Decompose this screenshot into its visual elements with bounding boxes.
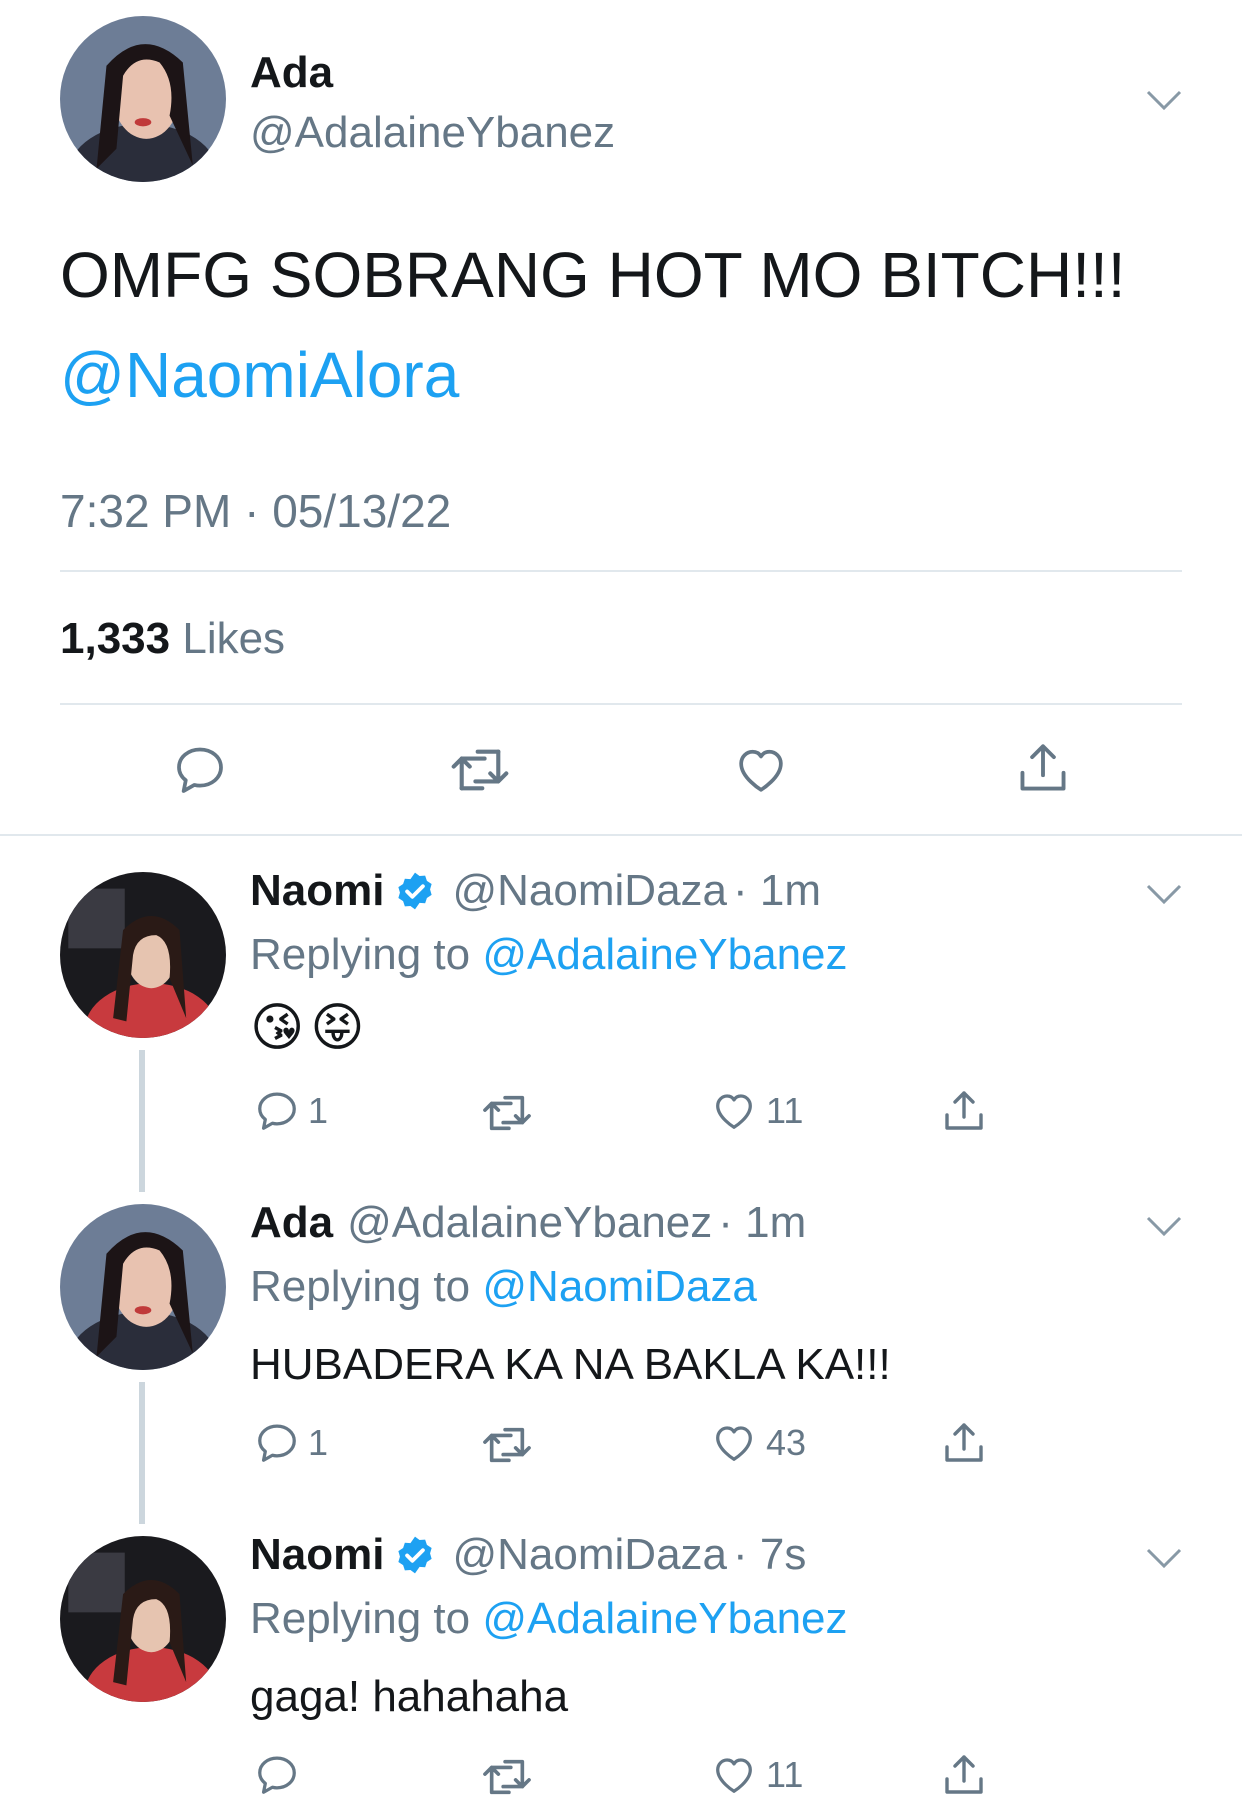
like-icon <box>716 1758 752 1793</box>
retweet-icon <box>483 1759 531 1795</box>
replying-to-handle[interactable]: @AdalaineYbanez <box>482 1594 847 1643</box>
reply-button[interactable] <box>172 742 228 798</box>
reply-text: gaga! hahahaha <box>250 1672 569 1721</box>
like-icon <box>739 749 783 792</box>
tweet-text: OMFG SOBRANG HOT MO BITCH!!! <box>60 239 1126 311</box>
avatar-naomi[interactable] <box>60 1536 226 1702</box>
tweet-mention[interactable]: @NaomiAlora <box>60 338 459 412</box>
likes-label: Likes <box>182 614 286 663</box>
thread-connector <box>139 1050 145 1192</box>
chevron-down-icon[interactable] <box>1144 1546 1184 1570</box>
share-button[interactable] <box>940 1750 988 1800</box>
reply-icon <box>258 1424 296 1462</box>
reply-icon <box>258 1756 296 1794</box>
reply-count: 1 <box>308 1422 329 1463</box>
reply-time[interactable]: · 1m <box>718 1198 806 1248</box>
like-button[interactable]: 11 <box>710 1088 803 1134</box>
avatar-ada[interactable] <box>60 1204 226 1370</box>
replying-to-line: Replying to @AdalaineYbanez <box>250 1594 848 1644</box>
retweet-button[interactable] <box>480 1090 534 1136</box>
verified-icon <box>398 872 433 910</box>
reply-header: Naomi @NaomiDaza · 1m <box>250 866 821 916</box>
replying-label: Replying to <box>250 930 471 979</box>
like-count: 11 <box>766 1754 804 1795</box>
like-button[interactable]: 11 <box>710 1752 803 1798</box>
replying-to-handle[interactable]: @NaomiDaza <box>482 1262 757 1311</box>
like-button[interactable]: 43 <box>710 1420 806 1466</box>
reply-text: HUBADERA KA NA BAKLA KA!!! <box>250 1340 891 1389</box>
chevron-down-icon[interactable] <box>1144 88 1184 112</box>
reply-time[interactable]: · 7s <box>733 1530 806 1580</box>
likes-count: 1,333 <box>60 614 171 663</box>
avatar-ada[interactable] <box>60 16 226 182</box>
replying-label: Replying to <box>250 1594 471 1643</box>
reply-icon <box>258 1092 296 1130</box>
author-handle[interactable]: @AdalaineYbanez <box>250 108 615 158</box>
reply-author-name[interactable]: Naomi <box>250 866 384 916</box>
reply-author-handle[interactable]: @NaomiDaza <box>452 1530 727 1580</box>
like-button[interactable] <box>732 742 790 798</box>
share-button[interactable] <box>940 1086 988 1136</box>
retweet-icon <box>483 1427 531 1463</box>
reply-count: 1 <box>308 1090 329 1131</box>
reply-button[interactable]: 1 <box>254 1088 328 1134</box>
share-button[interactable] <box>1014 738 1072 798</box>
divider <box>60 570 1182 572</box>
likes-summary[interactable]: 1,333 Likes <box>60 614 285 664</box>
divider <box>60 703 1182 705</box>
thread-connector <box>139 1382 145 1524</box>
share-icon <box>945 1091 983 1130</box>
like-count: 43 <box>766 1422 807 1463</box>
retweet-button[interactable] <box>480 1754 534 1800</box>
replying-to-line: Replying to @AdalaineYbanez <box>250 930 848 980</box>
like-icon <box>716 1094 752 1129</box>
verified-icon <box>398 1536 433 1574</box>
retweet-icon <box>451 749 509 791</box>
reply-button[interactable] <box>254 1752 308 1798</box>
share-button[interactable] <box>940 1418 988 1468</box>
avatar-naomi[interactable] <box>60 872 226 1038</box>
retweet-button[interactable] <box>480 1422 534 1468</box>
retweet-icon <box>483 1095 531 1131</box>
author-name[interactable]: Ada <box>250 48 333 98</box>
replying-label: Replying to <box>250 1262 471 1311</box>
retweet-button[interactable] <box>448 742 512 798</box>
reply-header: Ada @AdalaineYbanez · 1m <box>250 1198 806 1248</box>
replying-to-line: Replying to @NaomiDaza <box>250 1262 757 1312</box>
reply-author-handle[interactable]: @AdalaineYbanez <box>347 1198 712 1248</box>
share-icon <box>945 1423 983 1462</box>
share-icon <box>945 1755 983 1794</box>
like-icon <box>716 1426 752 1461</box>
reply-author-name[interactable]: Naomi <box>250 1530 384 1580</box>
reply-text: 😘😝 <box>250 999 371 1057</box>
tweet-timestamp[interactable]: 7:32 PM · 05/13/22 <box>60 484 451 538</box>
reply-author-name[interactable]: Ada <box>250 1198 333 1248</box>
like-count: 11 <box>766 1090 804 1131</box>
reply-time[interactable]: · 1m <box>733 866 821 916</box>
chevron-down-icon[interactable] <box>1144 1214 1184 1238</box>
reply-icon <box>177 747 223 793</box>
replying-to-handle[interactable]: @AdalaineYbanez <box>482 930 847 979</box>
reply-button[interactable]: 1 <box>254 1420 328 1466</box>
chevron-down-icon[interactable] <box>1144 882 1184 906</box>
reply-header: Naomi @NaomiDaza · 7s <box>250 1530 806 1580</box>
reply-author-handle[interactable]: @NaomiDaza <box>452 866 727 916</box>
divider <box>0 834 1242 836</box>
share-icon <box>1020 744 1066 791</box>
